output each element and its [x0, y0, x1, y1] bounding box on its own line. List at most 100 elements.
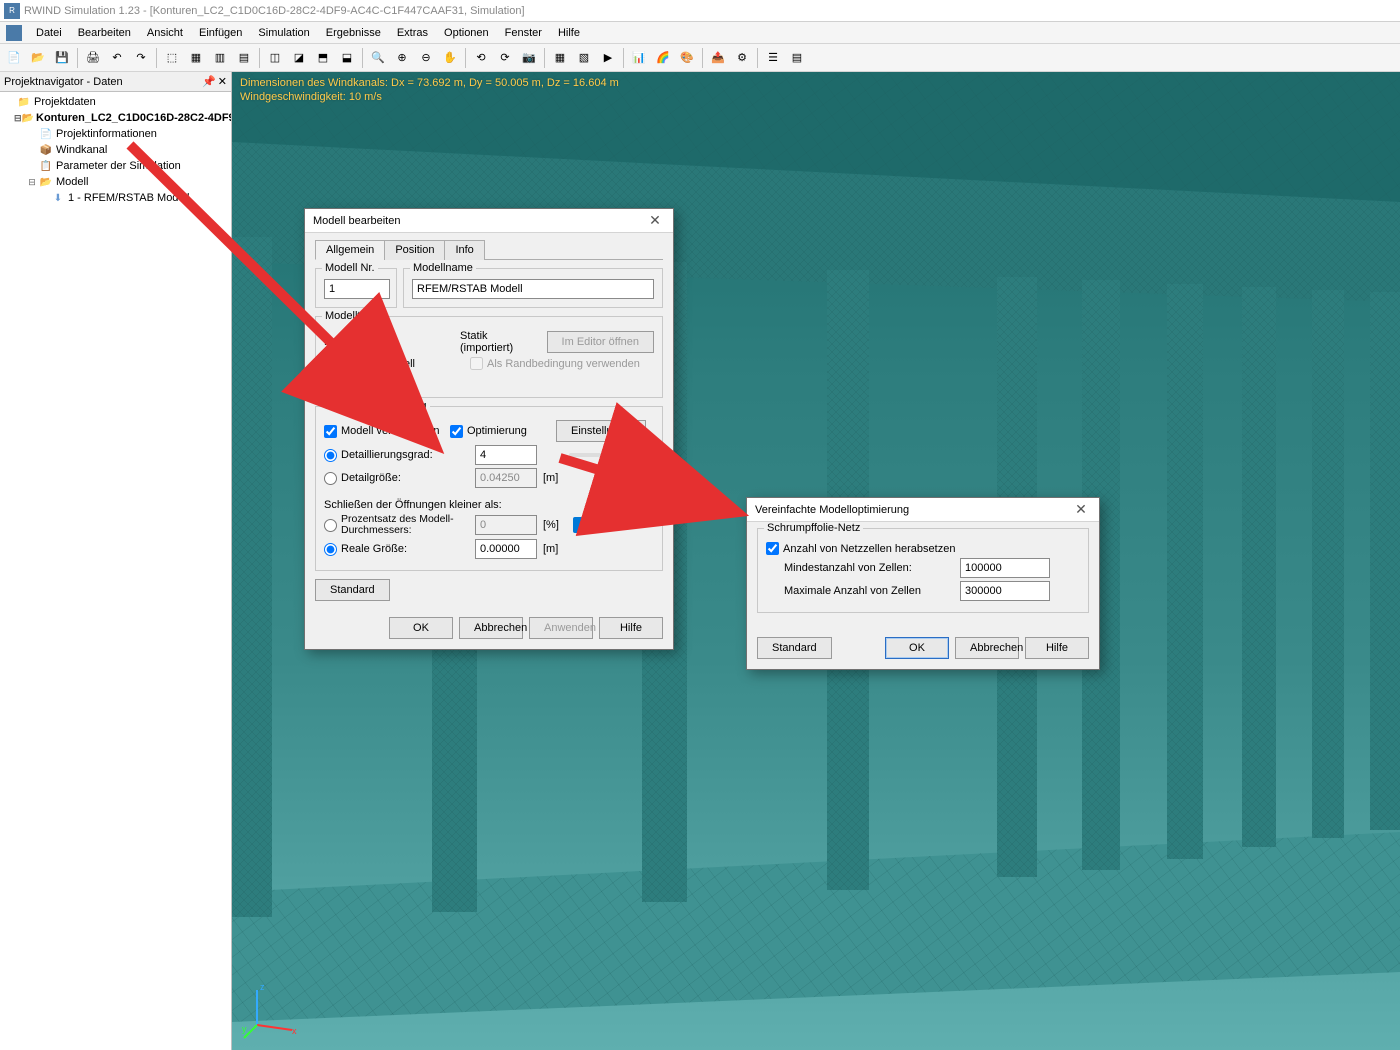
checkbox-simplify[interactable] [324, 425, 337, 438]
group-simplify: Modellvereinfachung [322, 400, 430, 412]
results-icon[interactable]: 🎨 [676, 47, 698, 69]
label-close-openings: Schließen der Öffnungen kleiner als: [324, 499, 502, 511]
dialog-titlebar[interactable]: Modell bearbeiten ✕ [305, 209, 673, 233]
rotate-icon[interactable]: ⟲ [470, 47, 492, 69]
label-max-cells: Maximale Anzahl von Zellen [784, 585, 954, 597]
tree-project[interactable]: ⊟📂Konturen_LC2_C1D0C16D-28C2-4DF9 [2, 110, 229, 126]
button-cancel[interactable]: Abbrechen [459, 617, 523, 639]
button-standard[interactable]: Standard [757, 637, 832, 659]
radio-detailsize[interactable] [324, 472, 337, 485]
group-modeltyp: Modelltyp [322, 310, 375, 322]
redo-icon[interactable]: ↷ [130, 47, 152, 69]
tree-model[interactable]: ⊟📂Modell [2, 174, 229, 190]
button-standard[interactable]: Standard [315, 579, 390, 601]
project-tree[interactable]: 📁Projektdaten ⊟📂Konturen_LC2_C1D0C16D-28… [0, 92, 231, 208]
open-icon[interactable]: 📂 [27, 47, 49, 69]
checkbox-terrain[interactable] [324, 357, 337, 370]
group-shrinkwrap: Schrumpffolie-Netz [764, 522, 863, 534]
menu-extras[interactable]: Extras [389, 25, 436, 41]
new-icon[interactable]: 📄 [3, 47, 25, 69]
menu-optionen[interactable]: Optionen [436, 25, 497, 41]
settings-icon[interactable]: ⚙ [731, 47, 753, 69]
button-ok[interactable]: OK [389, 617, 453, 639]
tool-icon[interactable]: ▦ [185, 47, 207, 69]
button-open-editor: Im Editor öffnen [547, 331, 654, 353]
dialog2-titlebar[interactable]: Vereinfachte Modelloptimierung ✕ [747, 498, 1099, 522]
export-icon[interactable]: 📤 [707, 47, 729, 69]
input-detaillevel[interactable] [475, 445, 537, 465]
menu-fenster[interactable]: Fenster [497, 25, 550, 41]
zoom-icon[interactable]: ⊕ [391, 47, 413, 69]
tool-icon[interactable]: ▤ [233, 47, 255, 69]
tab-allgemein[interactable]: Allgemein [315, 240, 385, 260]
results-icon[interactable]: 📊 [628, 47, 650, 69]
input-modelname[interactable] [412, 279, 654, 299]
undo-icon[interactable]: ↶ [106, 47, 128, 69]
button-cancel[interactable]: Abbrechen [955, 637, 1019, 659]
tree-params[interactable]: 📋Parameter der Simulation [2, 158, 229, 174]
save-icon[interactable]: 💾 [51, 47, 73, 69]
input-modelnr[interactable] [324, 279, 390, 299]
button-settings[interactable]: Einstellungen... [556, 420, 646, 442]
pin-icon[interactable]: 📌 [202, 75, 216, 88]
menu-ansicht[interactable]: Ansicht [139, 25, 191, 41]
label-modelnr: Modell Nr. [322, 262, 378, 274]
print-icon[interactable]: 🖨 [82, 47, 104, 69]
unit-m: [m] [543, 543, 558, 555]
layer-icon[interactable]: ☰ [762, 47, 784, 69]
run-icon[interactable]: ▶ [597, 47, 619, 69]
close-icon[interactable]: ✕ [645, 212, 665, 229]
window-title: RWIND Simulation 1.23 - [Konturen_LC2_C1… [24, 5, 525, 17]
navigator-header: Projektnavigator - Daten 📌✕ [0, 72, 231, 92]
slider-percent[interactable] [573, 523, 643, 527]
view-icon[interactable]: ⬒ [312, 47, 334, 69]
radio-detaillevel[interactable] [324, 449, 337, 462]
input-detailsize [475, 468, 537, 488]
menu-simulation[interactable]: Simulation [250, 25, 317, 41]
radio-realsize[interactable] [324, 543, 337, 556]
tab-position[interactable]: Position [384, 240, 445, 260]
button-help[interactable]: Hilfe [1025, 637, 1089, 659]
viewport-overlay-text: Dimensionen des Windkanals: Dx = 73.692 … [240, 76, 619, 104]
rotate-icon[interactable]: ⟳ [494, 47, 516, 69]
button-ok[interactable]: OK [885, 637, 949, 659]
tree-root[interactable]: 📁Projektdaten [2, 94, 229, 110]
checkbox-primary[interactable] [324, 373, 337, 386]
tree-projectinfo[interactable]: 📄Projektinformationen [2, 126, 229, 142]
slider-detaillevel[interactable] [569, 453, 639, 457]
close-icon[interactable]: ✕ [1071, 501, 1091, 518]
svg-text:y: y [242, 1024, 247, 1034]
view-icon[interactable]: ◫ [264, 47, 286, 69]
radio-percent[interactable] [324, 519, 337, 532]
menu-bar: Datei Bearbeiten Ansicht Einfügen Simula… [0, 22, 1400, 44]
menu-bearbeiten[interactable]: Bearbeiten [70, 25, 139, 41]
menu-ergebnisse[interactable]: Ergebnisse [318, 25, 389, 41]
zoom-icon[interactable]: ⊖ [415, 47, 437, 69]
checkbox-reduce-cells[interactable] [766, 542, 779, 555]
menu-datei[interactable]: Datei [28, 25, 70, 41]
button-help[interactable]: Hilfe [599, 617, 663, 639]
results-icon[interactable]: 🌈 [652, 47, 674, 69]
input-max-cells[interactable] [960, 581, 1050, 601]
close-icon[interactable]: ✕ [218, 75, 227, 88]
tool-icon[interactable]: ⬚ [161, 47, 183, 69]
tab-info[interactable]: Info [444, 240, 484, 260]
input-min-cells[interactable] [960, 558, 1050, 578]
view-icon[interactable]: ◪ [288, 47, 310, 69]
pan-icon[interactable]: ✋ [439, 47, 461, 69]
dialog-model-optimization: Vereinfachte Modelloptimierung ✕ Schrump… [746, 497, 1100, 670]
checkbox-optimize[interactable] [450, 425, 463, 438]
menu-hilfe[interactable]: Hilfe [550, 25, 588, 41]
input-percent [475, 515, 537, 535]
zoom-icon[interactable]: 🔍 [367, 47, 389, 69]
mesh-icon[interactable]: ▦ [549, 47, 571, 69]
tool-icon[interactable]: ▥ [209, 47, 231, 69]
view-icon[interactable]: ⬓ [336, 47, 358, 69]
menu-einfuegen[interactable]: Einfügen [191, 25, 250, 41]
tree-rfem-model[interactable]: ⬇1 - RFEM/RSTAB Modell [2, 190, 229, 206]
input-realsize[interactable] [475, 539, 537, 559]
layer-icon[interactable]: ▤ [786, 47, 808, 69]
view-icon[interactable]: 📷 [518, 47, 540, 69]
mesh-icon[interactable]: ▧ [573, 47, 595, 69]
tree-windtunnel[interactable]: 📦Windkanal [2, 142, 229, 158]
